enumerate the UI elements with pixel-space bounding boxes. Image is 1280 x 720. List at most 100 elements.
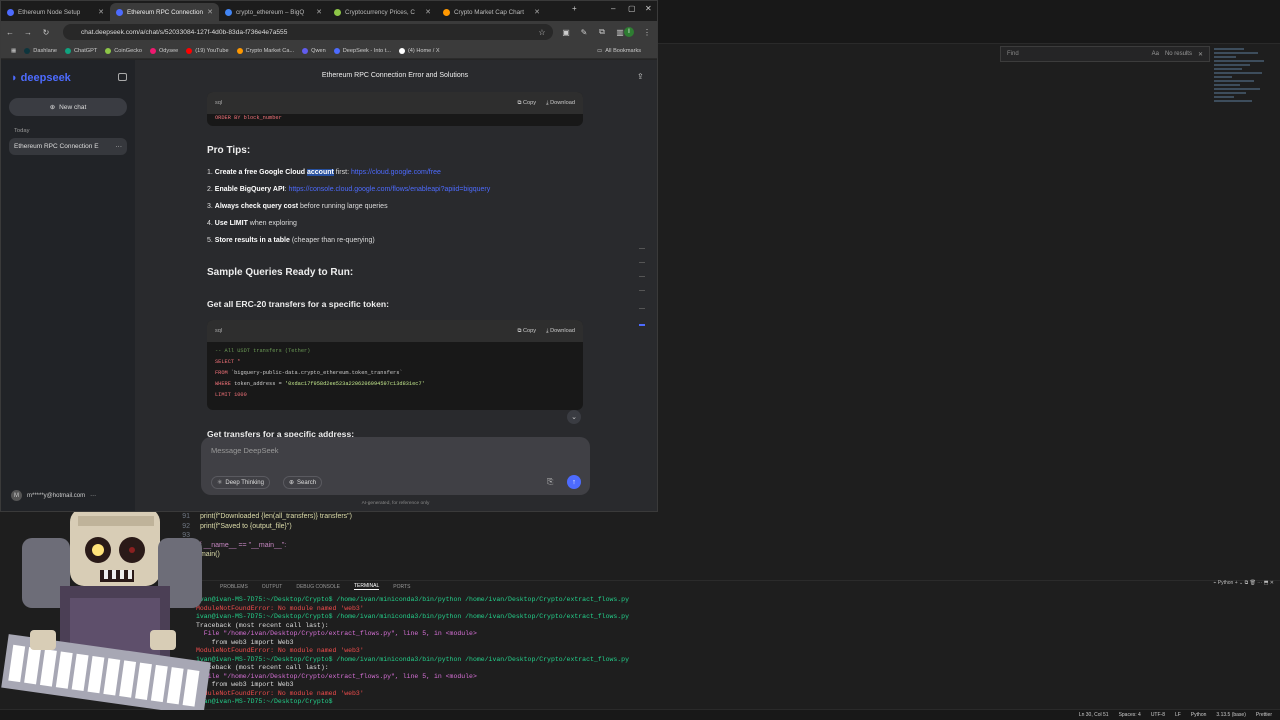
terminal-line: File "/home/ivan/Desktop/Crypto/extract_… [196, 672, 477, 680]
indentation[interactable]: Spaces: 4 [1119, 712, 1141, 718]
market-cap-favicon-icon [443, 8, 450, 16]
cursor-position[interactable]: Ln 30, Col 51 [1079, 712, 1109, 718]
scroll-marker[interactable] [639, 248, 645, 249]
close-window-icon[interactable]: ✕ [645, 4, 652, 13]
line-ending[interactable]: LF [1175, 712, 1181, 718]
new-chat-icon: ⊕ [49, 104, 56, 111]
bookmark-coingecko[interactable]: CoinGecko [105, 47, 142, 54]
code-line: 92 print(f"Saved to {output_file}") [182, 522, 292, 530]
tab-problems[interactable]: PROBLEMS [220, 584, 248, 590]
more-icon[interactable]: ··· [116, 143, 123, 150]
bookmark-deepseek[interactable]: DeepSeek - Into t... [333, 47, 391, 54]
terminal-line: ivan@ivan-MS-7D75:~/Desktop/Crypto$ [196, 698, 337, 705]
download-button[interactable]: ⤓ Download [546, 328, 575, 335]
close-icon[interactable]: ✕ [1198, 51, 1203, 58]
reload-icon[interactable]: ↻ [37, 28, 55, 37]
minimap[interactable] [1214, 46, 1280, 146]
bookmark-apps-icon[interactable]: ▦ [11, 48, 16, 54]
share-icon[interactable]: ⇪ [637, 72, 644, 81]
scroll-marker[interactable] [639, 290, 645, 291]
forward-icon[interactable]: → [19, 28, 37, 37]
bookmark-crypto-market-cap[interactable]: Crypto Market Ca... [236, 47, 294, 54]
copy-button[interactable]: ⧉ Copy [517, 100, 536, 107]
url-field[interactable]: chat.deepseek.com/a/chat/s/52033084-127f… [63, 24, 553, 40]
chat-scroll[interactable]: sql ⧉ Copy ⤓ Download ORDER BY block_numb… [135, 88, 655, 438]
scroll-marker[interactable] [639, 276, 645, 277]
history-item[interactable]: Ethereum RPC Connection E ··· [9, 138, 127, 155]
add-terminal-button[interactable]: + ⌄ ⧉ 🗑 ⋯ ⬒ ✕ [1235, 580, 1274, 586]
copy-button[interactable]: ⧉ Copy [517, 328, 536, 335]
user-profile[interactable]: Mm*****y@hotmail.com ··· [11, 490, 96, 501]
maximize-icon[interactable]: ▢ [628, 4, 636, 13]
tab-crypto-market-cap[interactable]: Crypto Market Cap Chart ✕ [437, 3, 546, 21]
deepseek-favicon-icon [116, 8, 123, 16]
terminal-output[interactable]: ivan@ivan-MS-7D75:~/Desktop/Crypto$ /hom… [196, 596, 896, 710]
deepseek-logo[interactable]: ◗ deepseek [11, 72, 71, 84]
back-icon[interactable]: ← [1, 28, 19, 37]
scroll-marker[interactable] [639, 308, 645, 309]
tab-ethereum-node-setup[interactable]: Ethereum Node Setup ✕ [1, 3, 110, 21]
close-tab-icon[interactable]: ✕ [207, 8, 213, 16]
scroll-marker-active[interactable] [639, 324, 645, 326]
bookmark-chatgpt[interactable]: ChatGPT [64, 47, 97, 54]
menu-kebab-icon[interactable]: ⋮ [638, 28, 656, 37]
close-tab-icon[interactable]: ✕ [534, 8, 540, 16]
tab-ethereum-rpc-connection[interactable]: Ethereum RPC Connection ✕ [110, 3, 219, 21]
bookmark-x-home[interactable]: (4) Home / X [398, 47, 440, 54]
find-input[interactable]: Find [1007, 51, 1146, 57]
bookmark-dashlane[interactable]: Dashlane [24, 47, 57, 54]
formatter[interactable]: Prettier [1256, 712, 1272, 718]
terminal-line: from web3 import Web3 [196, 681, 294, 688]
attach-icon[interactable]: ⎘ [547, 477, 553, 487]
extensions-puzzle-icon[interactable]: ⧉ [593, 27, 611, 37]
folder-icon: ▭ [597, 47, 603, 54]
pro-tips-heading: Pro Tips: [207, 145, 251, 156]
send-button[interactable]: ↑ [567, 475, 581, 489]
close-tab-icon[interactable]: ✕ [316, 8, 322, 16]
tab-bigquery[interactable]: crypto_ethereum – BigQ ✕ [219, 3, 328, 21]
bookmark-odysee[interactable]: Odysee [149, 47, 178, 54]
tab-debug-console[interactable]: DEBUG CONSOLE [296, 584, 340, 590]
editor-code[interactable]: 91 print(f"Downloaded {len(all_transfers… [170, 512, 770, 578]
terminal-kind[interactable]: Python [1218, 580, 1234, 586]
interpreter[interactable]: 3.13.5 (base) [1216, 712, 1245, 718]
new-tab-button[interactable]: + [572, 4, 577, 13]
tab-output[interactable]: OUTPUT [262, 584, 283, 590]
pen-icon[interactable]: ✎ [575, 28, 593, 37]
close-tab-icon[interactable]: ✕ [425, 8, 431, 16]
match-case-toggle[interactable]: Aa [1152, 51, 1159, 57]
bookmark-youtube[interactable]: (19) YouTube [186, 47, 229, 54]
terminal-line: File "/home/ivan/Desktop/Crypto/extract_… [196, 630, 477, 637]
link[interactable]: https://console.cloud.google.com/flows/e… [288, 186, 490, 193]
new-chat-button[interactable]: ⊕ New chat [9, 98, 127, 116]
link[interactable]: https://cloud.google.com/free [351, 169, 441, 176]
minimize-icon[interactable]: – [611, 4, 615, 13]
vscode-find-widget[interactable]: Find Aa No results ✕ [1000, 46, 1210, 62]
list-item: 3. Always check query cost before runnin… [207, 203, 388, 210]
message-input[interactable]: Message DeepSeek [211, 446, 279, 455]
search-button[interactable]: ⊕ Search [283, 476, 323, 489]
list-item: 1. Create a free Google Cloud account fi… [207, 169, 441, 176]
scroll-down-button[interactable]: ⌄ [567, 410, 581, 424]
tab-coingecko[interactable]: Cryptocurrency Prices, C ✕ [328, 3, 437, 21]
language-mode[interactable]: Python [1191, 712, 1207, 718]
message-composer[interactable]: Message DeepSeek ⚛ Deep Thinking ⊕ Search … [201, 437, 590, 495]
deep-thinking-button[interactable]: ⚛ Deep Thinking [211, 476, 270, 489]
extension-icon[interactable]: ▣ [557, 28, 575, 37]
bookmark-qwen[interactable]: Qwen [302, 47, 326, 54]
code-line: 94if __name__ == "__main__": [182, 541, 287, 549]
close-tab-icon[interactable]: ✕ [98, 8, 104, 16]
code-block: sql ⧉ Copy ⤓ Download -- All USDT transfe… [207, 320, 583, 410]
encoding[interactable]: UTF-8 [1151, 712, 1165, 718]
disclaimer: AI-generated, for reference only [361, 501, 430, 506]
scroll-marker[interactable] [639, 262, 645, 263]
list-item: 5. Store results in a table (cheaper tha… [207, 237, 375, 244]
all-bookmarks[interactable]: ▭ All Bookmarks [597, 48, 641, 54]
profile-avatar[interactable]: I [624, 27, 634, 37]
bookmark-star-icon[interactable]: ☆ [533, 28, 551, 37]
tab-terminal[interactable]: TERMINAL [353, 583, 380, 590]
sidebar-toggle-icon[interactable] [118, 73, 127, 81]
more-icon[interactable]: ··· [90, 493, 96, 499]
tab-ports[interactable]: PORTS [393, 584, 410, 590]
download-button[interactable]: ⤓ Download [546, 100, 575, 107]
